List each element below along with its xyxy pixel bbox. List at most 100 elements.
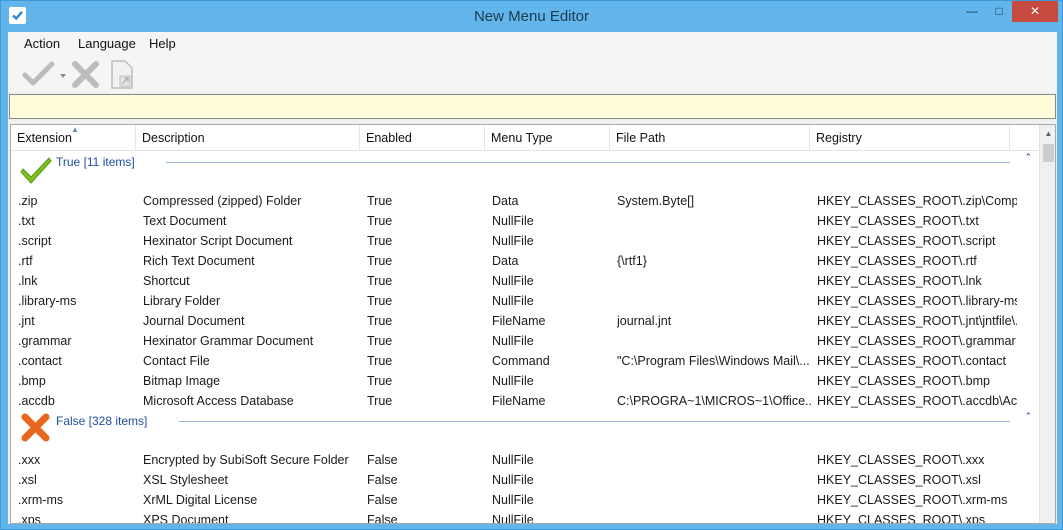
description-cell: Library Folder bbox=[143, 294, 221, 308]
table-row[interactable]: .script Hexinator Script Document True Null… bbox=[11, 231, 1038, 251]
file-path-cell: {\rtf1} bbox=[617, 254, 647, 268]
registry-cell: HKEY_CLASSES_ROOT\.bmp bbox=[817, 374, 990, 388]
disable-button[interactable] bbox=[70, 58, 102, 90]
description-cell: Contact File bbox=[143, 354, 210, 368]
menu-help[interactable]: Help bbox=[149, 36, 176, 51]
description-cell: Shortcut bbox=[143, 274, 190, 288]
table-row[interactable]: .txt Text Document True NullFile HKEY_CLASSE… bbox=[11, 211, 1038, 231]
enabled-cell: True bbox=[367, 334, 393, 348]
description-cell: XSL Stylesheet bbox=[143, 473, 229, 487]
description-cell: Compressed (zipped) Folder bbox=[143, 194, 302, 208]
registry-cell: HKEY_CLASSES_ROOT\.jnt\jntfile\... bbox=[817, 314, 1017, 328]
scroll-thumb[interactable] bbox=[1043, 144, 1054, 162]
table-row[interactable]: .bmp Bitmap Image True NullFile HKEY_CLASSES… bbox=[11, 371, 1038, 391]
file-path-cell bbox=[617, 231, 813, 251]
enable-button[interactable] bbox=[22, 58, 68, 90]
description-cell: Journal Document bbox=[143, 314, 245, 328]
file-path-cell: "C:\Program Files\Windows Mail\... bbox=[617, 354, 810, 368]
maximize-button[interactable]: □ bbox=[986, 1, 1012, 22]
table-row[interactable]: .rtf Rich Text Document True Data {\rtf1} HKE… bbox=[11, 251, 1038, 271]
description-cell: Bitmap Image bbox=[143, 374, 221, 388]
column-header-registry[interactable]: Registry bbox=[810, 125, 1010, 151]
menu-type-cell: NullFile bbox=[492, 473, 534, 487]
table-row[interactable]: .jnt Journal Document True FileName journal.… bbox=[11, 311, 1038, 331]
table-row[interactable]: .xsl XSL Stylesheet False NullFile HKEY_CLAS… bbox=[11, 470, 1038, 490]
file-path-cell bbox=[617, 510, 813, 523]
registry-cell: HKEY_CLASSES_ROOT\.script bbox=[817, 234, 996, 248]
scroll-up-arrow-icon[interactable]: ▲ bbox=[1040, 125, 1055, 142]
enabled-cell: True bbox=[367, 294, 393, 308]
registry-cell: HKEY_CLASSES_ROOT\.zip\Comp... bbox=[817, 194, 1017, 208]
enabled-cell: True bbox=[367, 194, 393, 208]
enabled-cell: False bbox=[367, 473, 398, 487]
table-row[interactable]: .accdb Microsoft Access Database True FileN… bbox=[11, 391, 1038, 411]
column-header-file-path[interactable]: File Path bbox=[610, 125, 810, 151]
extension-cell: .accdb bbox=[18, 394, 55, 408]
table-row[interactable]: .library-ms Library Folder True NullFile HKE… bbox=[11, 291, 1038, 311]
menu-action[interactable]: Action bbox=[24, 36, 60, 51]
menu-type-cell: FileName bbox=[492, 314, 546, 328]
extension-cell: .xps bbox=[18, 513, 41, 524]
group-label: False [328 items] bbox=[56, 414, 148, 428]
grid-header: Extension ▲ Description Enabled Menu Typ… bbox=[11, 125, 1038, 151]
enabled-cell: True bbox=[367, 254, 393, 268]
registry-cell: HKEY_CLASSES_ROOT\.xps bbox=[817, 513, 986, 524]
menu-bar: Action Language Help bbox=[8, 32, 1057, 56]
extension-cell: .library-ms bbox=[18, 294, 77, 308]
table-row[interactable]: .grammar Hexinator Grammar Document True Nu… bbox=[11, 331, 1038, 351]
enabled-cell: True bbox=[367, 374, 393, 388]
menu-type-cell: Data bbox=[492, 194, 519, 208]
description-cell: Text Document bbox=[143, 214, 227, 228]
table-row[interactable]: .contact Contact File True Command "C:\Progr… bbox=[11, 351, 1038, 371]
open-location-button[interactable] bbox=[107, 58, 137, 90]
column-header-description[interactable]: Description bbox=[136, 125, 360, 151]
registry-cell: HKEY_CLASSES_ROOT\.lnk bbox=[817, 274, 982, 288]
menu-type-cell: NullFile bbox=[492, 513, 534, 524]
enabled-cell: False bbox=[367, 513, 398, 524]
table-row[interactable]: .lnk Shortcut True NullFile HKEY_CLASSES_ROO… bbox=[11, 271, 1038, 291]
extension-cell: .lnk bbox=[18, 274, 38, 288]
description-cell: Hexinator Script Document bbox=[143, 234, 293, 248]
collapse-chevron-up-icon[interactable]: ˆ bbox=[1026, 153, 1030, 165]
sort-ascending-icon: ▲ bbox=[71, 125, 79, 134]
file-path-cell bbox=[617, 211, 813, 231]
file-path-cell bbox=[617, 450, 813, 470]
column-header-enabled[interactable]: Enabled bbox=[360, 125, 485, 151]
minimize-button[interactable]: — bbox=[958, 1, 986, 22]
column-header-menu-type[interactable]: Menu Type bbox=[485, 125, 610, 151]
table-row[interactable]: .xrm-ms XrML Digital License False NullFile… bbox=[11, 490, 1038, 510]
file-path-cell bbox=[617, 291, 813, 311]
enabled-cell: True bbox=[367, 354, 393, 368]
group-header-true[interactable]: True [11 items] ˆ bbox=[11, 152, 1038, 191]
file-path-cell: C:\PROGRA~1\MICROS~1\Office... bbox=[617, 394, 813, 408]
group-header-false[interactable]: False [328 items] ˆ bbox=[11, 411, 1038, 450]
menu-type-cell: NullFile bbox=[492, 294, 534, 308]
menu-language[interactable]: Language bbox=[78, 36, 136, 51]
column-header-extension[interactable]: Extension ▲ bbox=[11, 125, 136, 151]
extension-cell: .xsl bbox=[18, 473, 37, 487]
table-row[interactable]: .xps XPS Document False NullFile HKEY_CLASSE… bbox=[11, 510, 1038, 524]
extension-cell: .xrm-ms bbox=[18, 493, 64, 507]
extension-cell: .xxx bbox=[18, 453, 41, 467]
description-cell: Encrypted by SubiSoft Secure Folder bbox=[143, 453, 349, 467]
enabled-cell: False bbox=[367, 453, 398, 467]
vertical-scrollbar[interactable]: ▲ bbox=[1039, 125, 1055, 523]
menu-type-cell: FileName bbox=[492, 394, 546, 408]
title-bar[interactable]: New Menu Editor — □ ✕ bbox=[1, 1, 1062, 32]
search-input[interactable] bbox=[9, 94, 1056, 119]
close-button[interactable]: ✕ bbox=[1012, 1, 1058, 22]
enabled-cell: True bbox=[367, 234, 393, 248]
grid-rows: True [11 items] ˆ .zip Compressed (zipped… bbox=[11, 152, 1038, 524]
table-row[interactable]: .zip Compressed (zipped) Folder True Data Sy… bbox=[11, 191, 1038, 211]
app-window: New Menu Editor — □ ✕ Action Language He… bbox=[0, 0, 1063, 530]
toolbar bbox=[8, 56, 1057, 92]
registry-cell: HKEY_CLASSES_ROOT\.library-ms bbox=[817, 294, 1017, 308]
group-divider bbox=[179, 421, 1010, 422]
enabled-cell: True bbox=[367, 394, 393, 408]
table-row[interactable]: .xxx Encrypted by SubiSoft Secure Folder F… bbox=[11, 450, 1038, 470]
window-title: New Menu Editor bbox=[473, 8, 590, 25]
description-cell: Rich Text Document bbox=[143, 254, 255, 268]
collapse-chevron-up-icon[interactable]: ˆ bbox=[1026, 412, 1030, 424]
registry-cell: HKEY_CLASSES_ROOT\.rtf bbox=[817, 254, 977, 268]
group-label: True [11 items] bbox=[56, 155, 135, 169]
